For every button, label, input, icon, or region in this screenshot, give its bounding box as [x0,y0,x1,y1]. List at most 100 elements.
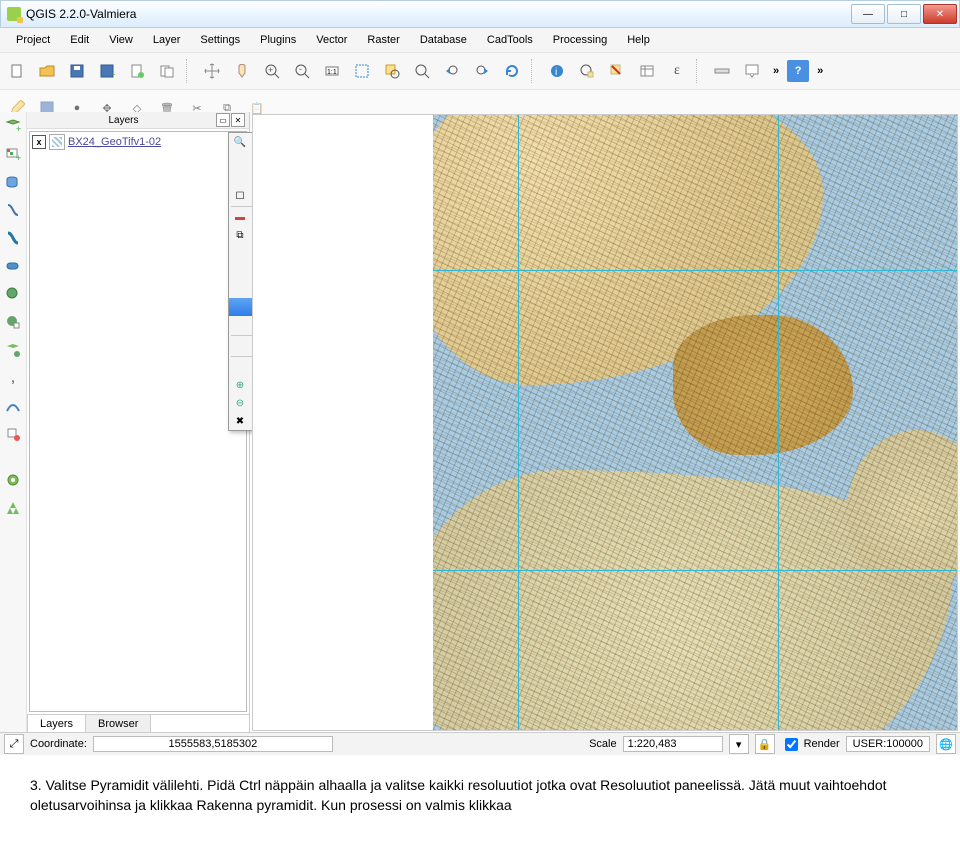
order-icon: ✖ [233,414,247,428]
menu-help[interactable]: Help [617,32,660,48]
layer-name[interactable]: BX24_GeoTifv1-02 [68,136,161,148]
close-panel-button[interactable]: ✕ [231,113,245,127]
toolbar-file: + + - 1:1 i ε » ? » [0,53,960,90]
epsilon-button[interactable]: ε [664,58,690,84]
layer-item[interactable]: x BX24_GeoTifv1-02 [32,134,244,150]
maximize-button[interactable]: □ [887,4,921,24]
svg-text:1:1: 1:1 [327,69,337,76]
layer-thumbnail-icon [49,134,65,150]
menubar: Project Edit View Layer Settings Plugins… [0,28,960,53]
menu-raster[interactable]: Raster [357,32,409,48]
menu-vector[interactable]: Vector [306,32,357,48]
expand-icon: ⊕ [233,378,247,392]
menu-processing[interactable]: Processing [543,32,617,48]
svg-text:+: + [111,70,115,79]
layer-visibility-checkbox[interactable]: x [32,135,46,149]
render-label: Render [804,738,840,750]
deselect-button[interactable] [604,58,630,84]
manage-layers-toolbar: + + , [0,112,27,733]
new-project-button[interactable] [4,58,30,84]
open-project-button[interactable] [34,58,60,84]
scale-lock-button[interactable]: 🔒 [755,734,775,754]
window-title: QGIS 2.2.0-Valmiera [26,7,136,21]
layer-tree[interactable]: x BX24_GeoTifv1-02 🔍Zoom to Layer Extent… [29,131,247,712]
select-button[interactable] [574,58,600,84]
zoom-selection-button[interactable] [379,58,405,84]
application-window: QGIS 2.2.0-Valmiera — □ ✕ Project Edit V… [0,0,960,755]
toolbar-overflow-1[interactable]: » [769,65,783,77]
scale-dropdown-button[interactable]: ▾ [729,734,749,754]
zoom-in-button[interactable]: + [259,58,285,84]
measure-button[interactable] [709,58,735,84]
pan-selection-button[interactable] [229,58,255,84]
svg-text:+: + [16,153,21,162]
refresh-button[interactable] [499,58,525,84]
statusbar: ⤢ Coordinate: Scale ▾ 🔒 Render USER:1000… [0,732,960,755]
duplicate-icon: ⧉ [233,228,247,242]
toggle-extents-button[interactable]: ⤢ [4,734,24,754]
coordinate-input[interactable] [93,736,333,752]
undock-button[interactable]: ▭ [216,113,230,127]
menu-view[interactable]: View [99,32,143,48]
grass-button[interactable] [2,497,24,519]
remove-icon: ▬ [233,210,247,224]
menu-cadtools[interactable]: CadTools [477,32,543,48]
add-oracle-button[interactable] [2,255,24,277]
collapse-icon: ⊖ [233,396,247,410]
add-raster-layer-button[interactable]: + [2,143,24,165]
remove-layer-button[interactable] [2,423,24,445]
scale-label: Scale [589,738,617,750]
help-button[interactable]: ? [787,60,809,82]
zoom-native-button[interactable]: 1:1 [319,58,345,84]
zoom-out-button[interactable]: - [289,58,315,84]
checkbox-icon: ☐ [233,189,247,203]
coordinate-label: Coordinate: [30,738,87,750]
attribute-button[interactable] [634,58,660,84]
zoom-last-button[interactable] [439,58,465,84]
zoom-full-button[interactable] [349,58,375,84]
layers-panel-title: Layers [31,115,216,126]
zoom-layer-button[interactable] [409,58,435,84]
gps-button[interactable] [2,469,24,491]
save-button[interactable] [64,58,90,84]
instruction-text: 3. Valitse Pyramidit välilehti. Pidä Ctr… [0,755,960,816]
identify-button[interactable]: i [544,58,570,84]
close-button[interactable]: ✕ [923,4,957,24]
menu-layer[interactable]: Layer [143,32,191,48]
composer-manager-button[interactable] [154,58,180,84]
scale-input[interactable] [623,736,723,752]
add-postgis-button[interactable] [2,171,24,193]
maptips-button[interactable] [739,58,765,84]
pan-button[interactable] [199,58,225,84]
crs-display[interactable]: USER:100000 [846,736,930,752]
crs-button[interactable]: 🌐 [936,734,956,754]
add-wms-button[interactable] [2,283,24,305]
titlebar: QGIS 2.2.0-Valmiera — □ ✕ [0,0,960,28]
layers-panel: Layers ▭ ✕ x BX24_GeoTifv1-02 🔍Zoom to L… [27,112,250,733]
menu-edit[interactable]: Edit [60,32,99,48]
render-checkbox[interactable] [785,738,798,751]
new-shapefile-button[interactable] [2,395,24,417]
add-spatialite-button[interactable] [2,199,24,221]
add-delimited-button[interactable]: , [2,367,24,389]
save-as-button[interactable]: + [94,58,120,84]
add-wfs-button[interactable] [2,339,24,361]
menu-database[interactable]: Database [410,32,477,48]
minimize-button[interactable]: — [851,4,885,24]
add-mssql-button[interactable] [2,227,24,249]
tab-layers[interactable]: Layers [27,714,86,733]
toolbar-overflow-2[interactable]: » [813,65,827,77]
svg-text:i: i [555,67,557,78]
zoom-icon: 🔍 [233,135,247,149]
new-composer-button[interactable] [124,58,150,84]
menu-project[interactable]: Project [6,32,60,48]
tab-browser[interactable]: Browser [85,714,151,733]
menu-plugins[interactable]: Plugins [250,32,306,48]
add-vector-layer-button[interactable]: + [2,115,24,137]
add-wcs-button[interactable] [2,311,24,333]
svg-text:+: + [16,124,21,134]
map-canvas[interactable] [252,114,958,731]
svg-text:+: + [268,65,273,75]
zoom-next-button[interactable] [469,58,495,84]
menu-settings[interactable]: Settings [190,32,250,48]
